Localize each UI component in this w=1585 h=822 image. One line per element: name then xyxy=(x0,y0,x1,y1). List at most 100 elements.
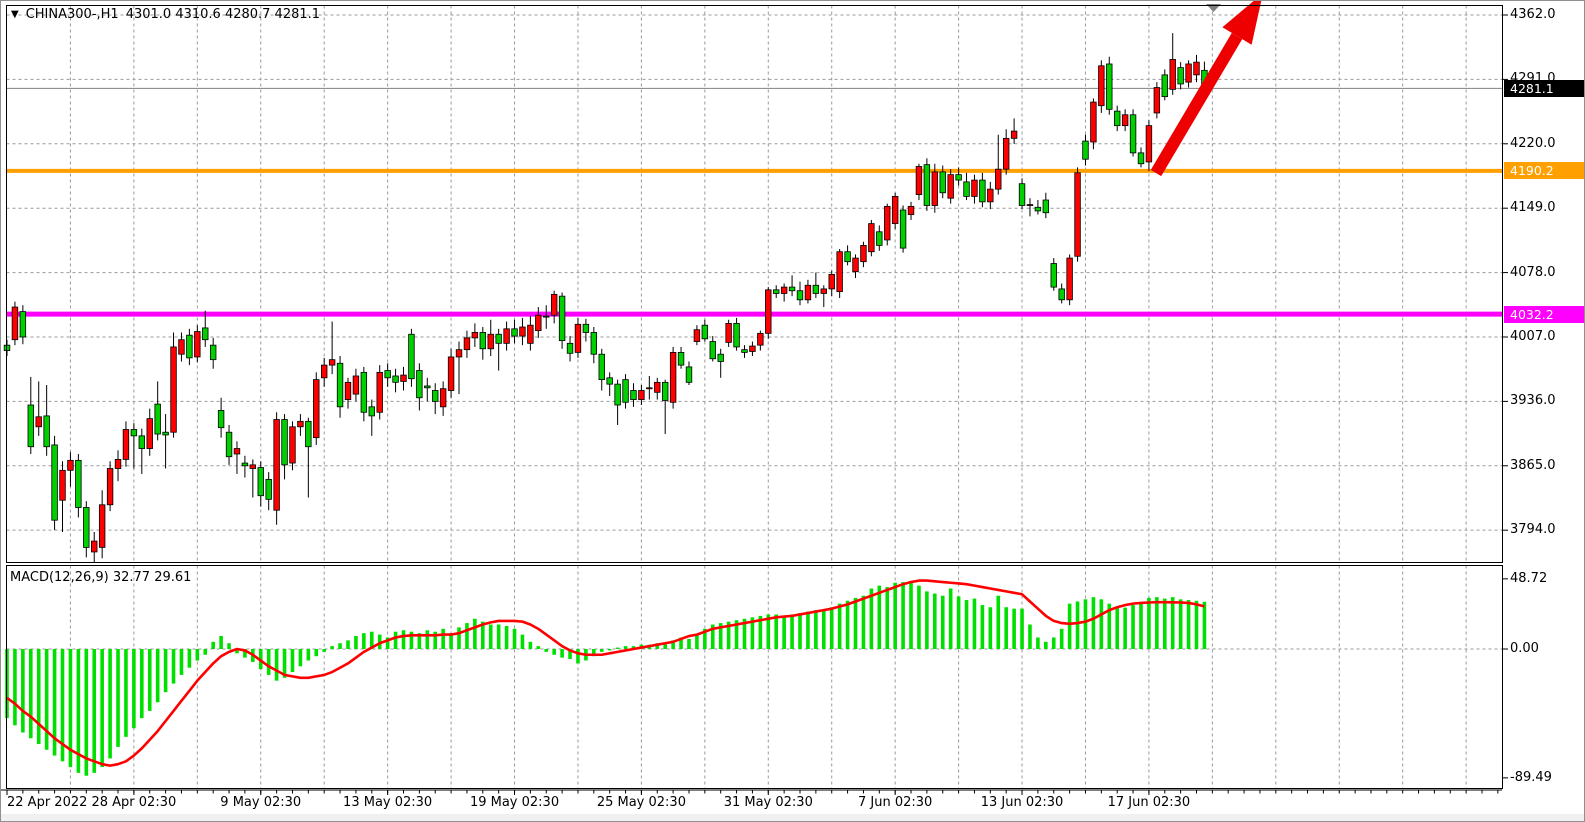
macd-histogram-bar xyxy=(1084,599,1088,649)
candle-body xyxy=(1051,264,1057,288)
macd-histogram-bar xyxy=(1092,597,1096,649)
candle-body xyxy=(202,328,208,340)
candle-body xyxy=(306,421,312,446)
time-axis-label: 31 May 02:30 xyxy=(724,795,813,810)
ohlc-quote-label: 4301.0 4310.6 4280.7 4281.1 xyxy=(126,7,320,22)
candle-body xyxy=(139,436,145,449)
candle-body xyxy=(385,371,391,378)
window-bottom-edge xyxy=(1,814,1585,822)
time-axis-label: 17 Jun 02:30 xyxy=(1108,795,1191,810)
candle-body xyxy=(1194,62,1200,75)
trend-arrow-head[interactable] xyxy=(1222,1,1263,45)
macd-histogram-bar xyxy=(885,587,889,649)
macd-histogram-bar xyxy=(949,589,953,649)
macd-histogram-bar xyxy=(330,646,334,649)
candle-body xyxy=(84,508,90,548)
candle-body xyxy=(1011,131,1017,138)
candle-body xyxy=(670,352,676,402)
macd-histogram-bar xyxy=(989,607,993,649)
price-axis-label: 4220.0 xyxy=(1510,136,1556,151)
time-axis-label: 22 Apr 2022 xyxy=(7,795,87,810)
macd-histogram-bar xyxy=(354,636,358,649)
macd-histogram-bar xyxy=(1171,597,1175,649)
main-panel-border xyxy=(7,6,1503,563)
candle-body xyxy=(345,382,351,399)
candle-body xyxy=(1099,66,1105,106)
candle-body xyxy=(758,333,764,345)
macd-histogram-bar xyxy=(513,629,517,649)
candle-body xyxy=(290,427,296,463)
one-click-trading-toggle-icon[interactable]: ▼ xyxy=(11,8,19,21)
macd-histogram-bar xyxy=(124,649,128,737)
candle-body xyxy=(528,325,534,343)
macd-histogram-bar xyxy=(164,649,168,692)
candle-body xyxy=(543,316,549,317)
macd-histogram-bar xyxy=(227,643,231,649)
candle-body xyxy=(647,388,653,389)
candle-body xyxy=(488,334,494,349)
macd-histogram-bar xyxy=(893,583,897,649)
candle-body xyxy=(607,378,613,384)
candle-body xyxy=(369,407,375,416)
candle-body xyxy=(179,340,185,355)
trend-arrow-shaft[interactable] xyxy=(1151,33,1242,176)
candle-body xyxy=(353,376,359,394)
macd-histogram-bar xyxy=(1036,637,1040,649)
candle-body xyxy=(171,347,177,432)
macd-histogram-bar xyxy=(1028,625,1032,649)
candle-body xyxy=(988,189,994,202)
candle-body xyxy=(853,258,859,272)
candle-body xyxy=(409,334,415,378)
bid-price-badge: 4281.1 xyxy=(1504,80,1584,97)
candlestick-chart-surface[interactable] xyxy=(1,1,1585,822)
candle-body xyxy=(1027,205,1033,206)
macd-histogram-bar xyxy=(362,633,366,649)
macd-histogram-bar xyxy=(624,646,628,649)
candle-body xyxy=(884,206,890,240)
candle-body xyxy=(234,449,240,454)
macd-histogram-bar xyxy=(1004,607,1008,649)
macd-axis-label: 48.72 xyxy=(1510,571,1547,586)
candle-body xyxy=(298,421,304,426)
macd-histogram-bar xyxy=(1123,608,1127,649)
candle-body xyxy=(432,390,438,401)
macd-histogram-bar xyxy=(862,596,866,649)
time-axis-label: 28 Apr 02:30 xyxy=(91,795,176,810)
candle-body xyxy=(496,334,502,343)
candle-body xyxy=(512,329,518,336)
macd-histogram-bar xyxy=(1131,605,1135,649)
candle-body xyxy=(258,468,264,496)
macd-histogram-bar xyxy=(188,649,192,668)
candle-body xyxy=(829,274,835,289)
candle-body xyxy=(995,169,1001,189)
candle-body xyxy=(123,429,129,459)
candle-body xyxy=(337,363,343,407)
time-axis-label: 19 May 02:30 xyxy=(470,795,559,810)
macd-histogram-bar xyxy=(544,649,548,652)
macd-histogram-bar xyxy=(1195,601,1199,649)
candle-body xyxy=(924,165,930,206)
candle-body xyxy=(797,291,803,300)
macd-histogram-bar xyxy=(116,649,120,747)
time-axis-label: 9 May 02:30 xyxy=(220,795,301,810)
candle-body xyxy=(1035,207,1041,211)
macd-histogram-bar xyxy=(29,649,33,738)
candle-body xyxy=(76,460,82,507)
macd-histogram-bar xyxy=(806,612,810,649)
macd-histogram-bar xyxy=(1052,637,1056,649)
macd-histogram-bar xyxy=(346,640,350,649)
candle-body xyxy=(908,206,914,214)
candle-body xyxy=(750,346,756,351)
macd-histogram-bar xyxy=(211,642,215,649)
macd-histogram-bar xyxy=(1147,598,1151,649)
price-axis-label: 3865.0 xyxy=(1510,458,1556,473)
macd-histogram-bar xyxy=(925,591,929,649)
candle-body xyxy=(242,463,248,466)
candle-body xyxy=(789,287,795,291)
candle-body xyxy=(773,290,779,294)
macd-histogram-bar xyxy=(465,623,469,649)
orange-level-price-badge: 4190.2 xyxy=(1504,162,1584,179)
macd-histogram-bar xyxy=(441,629,445,649)
macd-histogram-bar xyxy=(394,632,398,649)
candle-body xyxy=(1091,102,1097,142)
